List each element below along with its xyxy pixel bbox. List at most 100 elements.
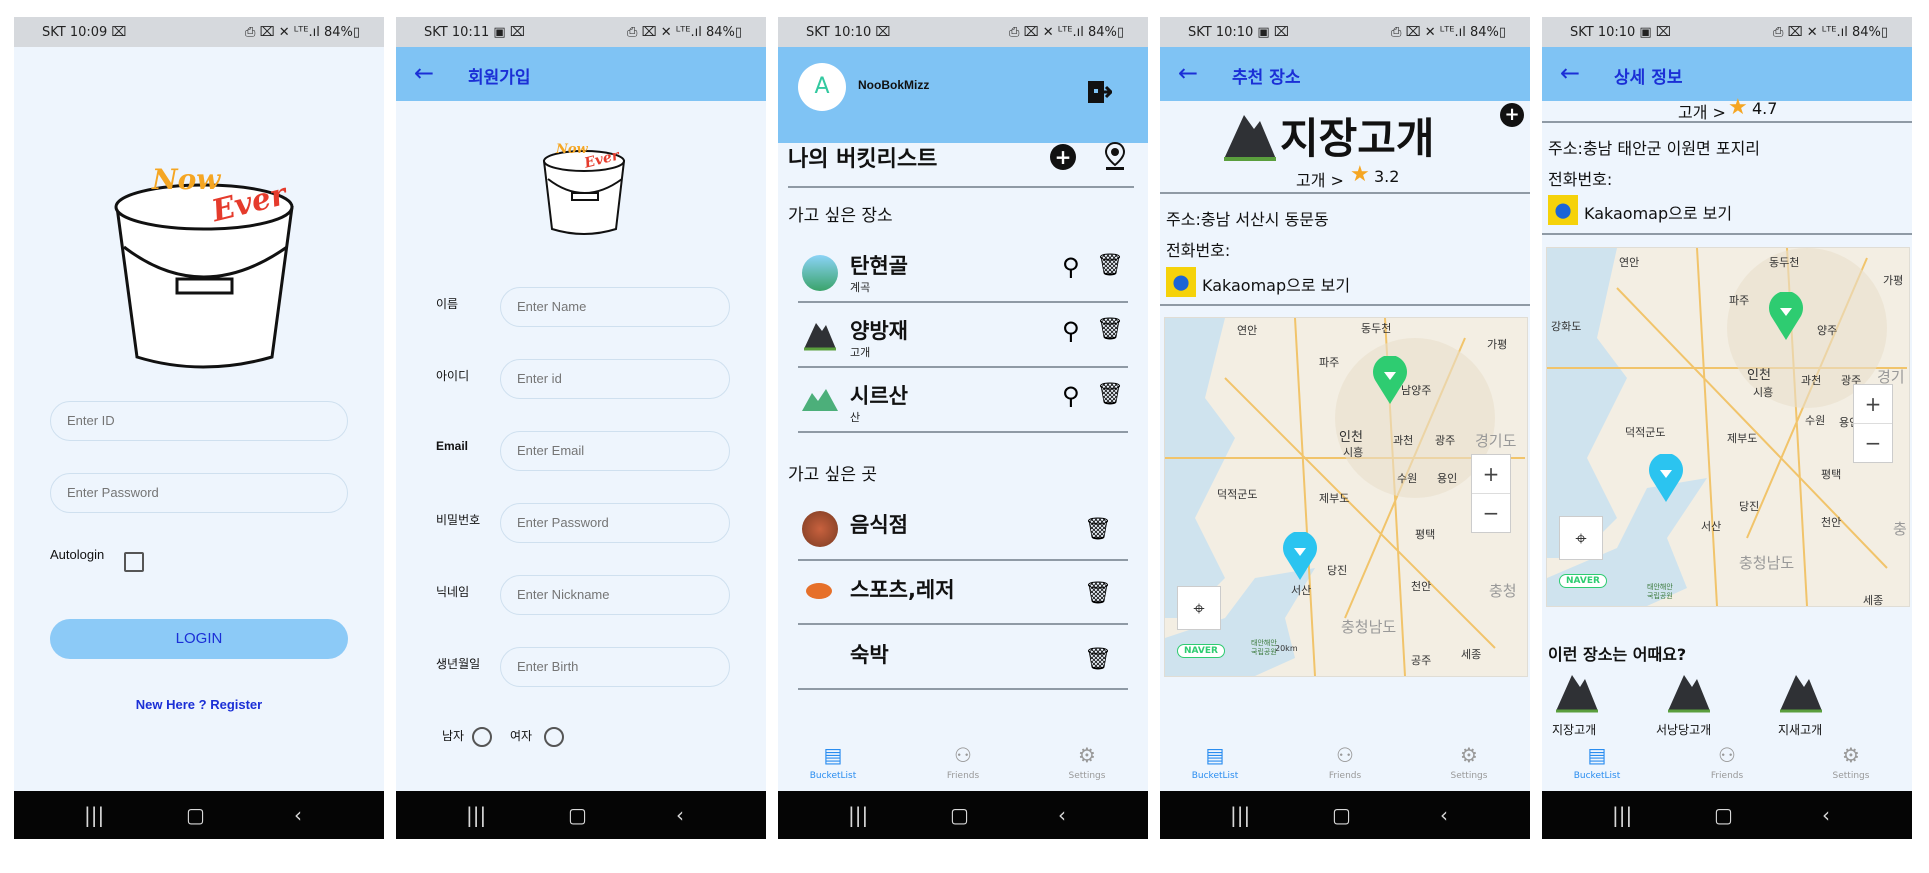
page-title: 회원가입 bbox=[468, 68, 531, 88]
tab-friends[interactable]: ⚇ Friends bbox=[918, 743, 1008, 781]
back-arrow-icon[interactable]: ← bbox=[1560, 59, 1580, 87]
kakaomap-link[interactable]: Kakaomap으로 보기 bbox=[1584, 200, 1732, 224]
tab-bucketlist[interactable]: ▤ BucketList bbox=[1170, 743, 1260, 781]
add-to-bucket-icon[interactable]: + bbox=[1500, 103, 1524, 127]
status-icons: ⎙ ⌧ ✕ ᴸᵀᴱ.ıl 84%▯ bbox=[245, 25, 360, 40]
nickname-field[interactable] bbox=[500, 575, 730, 615]
register-link[interactable]: New Here ? Register bbox=[14, 697, 384, 712]
id-field[interactable] bbox=[500, 359, 730, 399]
name-input[interactable] bbox=[515, 298, 720, 315]
friends-icon: ⚇ bbox=[1718, 743, 1736, 767]
email-field[interactable] bbox=[500, 431, 730, 471]
search-icon[interactable]: ⚲ bbox=[1062, 382, 1080, 410]
status-icons: ⎙ ⌧ ✕ ᴸᵀᴱ.ıl 84%▯ bbox=[1009, 25, 1124, 40]
map-pin-green[interactable] bbox=[1767, 292, 1805, 342]
bucket-logo: Now Ever bbox=[114, 163, 294, 369]
map-pin-cyan[interactable] bbox=[1281, 532, 1319, 582]
back-nav-button[interactable]: ‹ bbox=[294, 803, 302, 827]
map-label: 수원 bbox=[1397, 472, 1418, 485]
list-icon: ▤ bbox=[1205, 743, 1225, 767]
autologin-label: Autologin bbox=[50, 547, 105, 562]
id-input[interactable] bbox=[515, 370, 720, 387]
trash-icon[interactable]: 🗑 bbox=[1084, 581, 1112, 606]
tab-bucketlist[interactable]: ▤ BucketList bbox=[1552, 743, 1642, 781]
list-icon: ▤ bbox=[823, 743, 843, 767]
map-view[interactable]: 연안 동두천 가평 파주 남양주 인천 과천 광주 시흥 수원 용인 경기도 제… bbox=[1164, 317, 1528, 677]
recent-apps-button[interactable]: ||| bbox=[1612, 803, 1632, 827]
password-input[interactable] bbox=[65, 484, 330, 501]
logout-icon[interactable] bbox=[1086, 79, 1112, 105]
sports-icon bbox=[806, 583, 832, 599]
mountain-pass-icon bbox=[1556, 675, 1598, 713]
male-radio[interactable] bbox=[472, 727, 492, 747]
back-nav-button[interactable]: ‹ bbox=[1440, 803, 1448, 827]
autologin-checkbox[interactable] bbox=[124, 552, 144, 572]
username: NooBokMizz bbox=[858, 78, 930, 92]
recent-apps-button[interactable]: ||| bbox=[1230, 803, 1250, 827]
female-radio[interactable] bbox=[544, 727, 564, 747]
map-pin-green[interactable] bbox=[1371, 356, 1409, 406]
trash-icon[interactable]: 🗑 bbox=[1084, 517, 1112, 542]
current-location-button[interactable]: ⌖ bbox=[1177, 586, 1221, 630]
list-icon: ▤ bbox=[1587, 743, 1607, 767]
friends-icon: ⚇ bbox=[954, 743, 972, 767]
search-icon[interactable]: ⚲ bbox=[1062, 317, 1080, 345]
home-button[interactable]: ▢ bbox=[1332, 803, 1351, 827]
trash-icon[interactable]: 🗑 bbox=[1096, 317, 1124, 342]
password-field[interactable] bbox=[50, 473, 348, 513]
current-location-button[interactable]: ⌖ bbox=[1559, 516, 1603, 560]
kakaomap-icon[interactable]: ⬤ bbox=[1166, 267, 1196, 297]
map-label: 평택 bbox=[1821, 468, 1842, 481]
add-icon[interactable]: + bbox=[1050, 144, 1076, 170]
back-nav-button[interactable]: ‹ bbox=[1822, 803, 1830, 827]
home-button[interactable]: ▢ bbox=[1714, 803, 1733, 827]
zoom-in-button[interactable]: + bbox=[1854, 385, 1892, 423]
map-label: 광주 bbox=[1435, 434, 1456, 447]
id-input[interactable] bbox=[65, 412, 330, 429]
password-input[interactable] bbox=[515, 514, 720, 531]
search-icon[interactable]: ⚲ bbox=[1062, 253, 1080, 281]
home-button[interactable]: ▢ bbox=[568, 803, 587, 827]
zoom-out-button[interactable]: − bbox=[1472, 493, 1510, 532]
avatar[interactable]: A bbox=[798, 63, 846, 111]
email-input[interactable] bbox=[515, 442, 720, 459]
home-button[interactable]: ▢ bbox=[186, 803, 205, 827]
divider bbox=[1542, 233, 1912, 235]
home-button[interactable]: ▢ bbox=[950, 803, 969, 827]
tab-settings[interactable]: ⚙ Settings bbox=[1806, 743, 1896, 781]
tab-friends[interactable]: ⚇ Friends bbox=[1300, 743, 1390, 781]
back-arrow-icon[interactable]: ← bbox=[1178, 59, 1198, 87]
location-pin-icon[interactable] bbox=[1104, 141, 1126, 171]
back-nav-button[interactable]: ‹ bbox=[1058, 803, 1066, 827]
zoom-in-button[interactable]: + bbox=[1472, 455, 1510, 493]
tab-settings[interactable]: ⚙ Settings bbox=[1424, 743, 1514, 781]
bucketlist-heading: 나의 버킷리스트 bbox=[788, 147, 938, 172]
kakaomap-link[interactable]: Kakaomap으로 보기 bbox=[1202, 272, 1350, 296]
recent-apps-button[interactable]: ||| bbox=[466, 803, 486, 827]
back-arrow-icon[interactable]: ← bbox=[414, 59, 434, 87]
birth-input[interactable] bbox=[515, 658, 720, 675]
id-field[interactable] bbox=[50, 401, 348, 441]
map-pin-cyan[interactable] bbox=[1647, 454, 1685, 504]
section-spots-title: 가고 싶은 곳 bbox=[788, 465, 878, 485]
password-field[interactable] bbox=[500, 503, 730, 543]
app-bar: ← 상세 정보 bbox=[1542, 47, 1912, 101]
tab-friends[interactable]: ⚇ Friends bbox=[1682, 743, 1772, 781]
trash-icon[interactable]: 🗑 bbox=[1096, 382, 1124, 407]
recent-apps-button[interactable]: ||| bbox=[84, 803, 104, 827]
place-category: 고개 bbox=[850, 346, 871, 359]
zoom-out-button[interactable]: − bbox=[1854, 423, 1892, 462]
tab-bucketlist[interactable]: ▤ BucketList bbox=[788, 743, 878, 781]
kakaomap-icon[interactable]: ⬤ bbox=[1548, 195, 1578, 225]
tab-label: BucketList bbox=[809, 771, 857, 781]
trash-icon[interactable]: 🗑 bbox=[1084, 647, 1112, 672]
back-nav-button[interactable]: ‹ bbox=[676, 803, 684, 827]
map-view[interactable]: 연안 동두천 가평 강화도 파주 양주 인천 과천 광주 경기 시흥 수원 용인… bbox=[1546, 247, 1910, 607]
trash-icon[interactable]: 🗑 bbox=[1096, 253, 1124, 278]
recent-apps-button[interactable]: ||| bbox=[848, 803, 868, 827]
nickname-input[interactable] bbox=[515, 586, 720, 603]
tab-settings[interactable]: ⚙ Settings bbox=[1042, 743, 1132, 781]
login-button[interactable]: LOGIN bbox=[50, 619, 348, 659]
name-field[interactable] bbox=[500, 287, 730, 327]
birth-field[interactable] bbox=[500, 647, 730, 687]
